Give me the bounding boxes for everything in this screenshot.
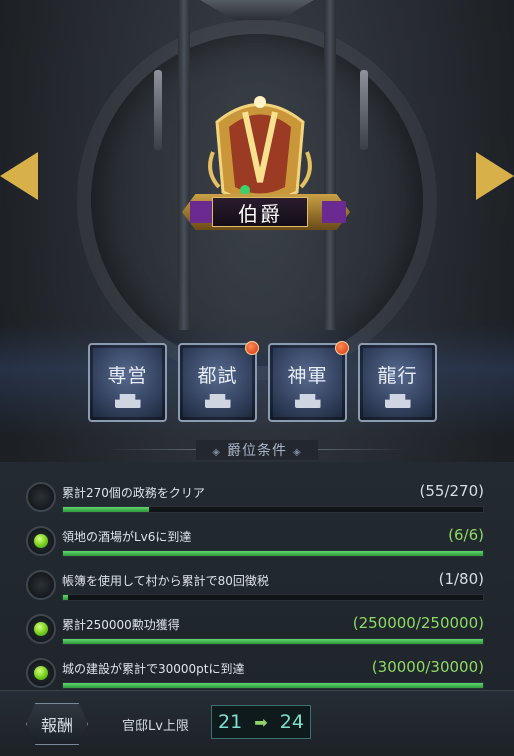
top-ornament (200, 0, 314, 20)
pedestal-icon (114, 394, 141, 408)
condition-row: 領地の酒場がLv6に到達 (6/6) (26, 514, 492, 558)
reward-badge[interactable]: 報酬 (26, 703, 88, 745)
reward-panel: 報酬 官邸Lv上限 21 ➡ 24 (0, 690, 514, 756)
tab-label: 専営 (107, 365, 148, 387)
tab-label: 龍行 (377, 365, 418, 387)
reward-from: 21 (218, 711, 243, 733)
condition-value: (6/6) (448, 526, 484, 544)
progress-bar (62, 682, 484, 689)
pedestal-icon (204, 394, 231, 408)
pedestal-icon (294, 394, 321, 408)
condition-text: 城の建設が累計で30000ptに到達 (62, 662, 245, 676)
condition-text: 領地の酒場がLv6に到達 (62, 530, 192, 544)
left-pillar (178, 0, 190, 330)
condition-row: 帳簿を使用して村から累計で80回徴税 (1/80) (26, 558, 492, 602)
progress-fill (63, 683, 483, 688)
reward-level-box: 21 ➡ 24 (211, 705, 311, 739)
condition-value: (250000/250000) (352, 614, 484, 632)
arrow-right-icon: ➡ (254, 712, 268, 732)
reward-to: 24 (279, 711, 304, 733)
progress-fill (63, 639, 483, 644)
progress-fill (63, 551, 483, 556)
chevron-left-icon[interactable] (0, 152, 38, 200)
right-tassel (360, 70, 368, 150)
progress-bar (62, 638, 484, 645)
check-orb-icon (26, 614, 56, 644)
condition-text: 累計270個の政務をクリア (62, 486, 205, 500)
reward-label: 官邸Lv上限 (122, 719, 189, 734)
conditions-panel: 累計270個の政務をクリア (55/270) 領地の酒場がLv6に到達 (6/6… (0, 462, 514, 690)
pedestal-icon (384, 394, 411, 408)
tab-2[interactable]: 神軍 (268, 341, 349, 422)
red-dot-icon (335, 341, 349, 355)
rank-screen: 伯爵 専営 都試 神軍 龍行 爵位条件 累計270個の政務をクリア (55/27 (0, 0, 514, 756)
progress-fill (63, 507, 149, 512)
section-title: 爵位条件 (196, 440, 318, 460)
condition-value: (55/270) (419, 482, 484, 500)
red-dot-icon (245, 341, 259, 355)
left-tassel (154, 70, 162, 150)
section-header: 爵位条件 (0, 438, 514, 462)
condition-row: 城の建設が累計で30000ptに到達 (30000/30000) (26, 646, 492, 690)
condition-row: 累計270個の政務をクリア (55/270) (26, 470, 492, 514)
rank-title: 伯爵 (212, 197, 308, 227)
chevron-right-icon[interactable] (476, 152, 514, 200)
tab-3[interactable]: 龍行 (358, 343, 437, 422)
tab-0[interactable]: 専営 (88, 343, 167, 422)
crown-icon (208, 96, 312, 203)
check-orb-icon (26, 658, 56, 688)
condition-value: (1/80) (438, 570, 484, 588)
progress-fill (63, 595, 69, 600)
progress-bar (62, 594, 484, 601)
rank-accent-right (322, 201, 346, 223)
right-pillar (324, 0, 336, 330)
check-orb-icon (26, 526, 56, 556)
condition-text: 帳簿を使用して村から累計で80回徴税 (62, 574, 269, 588)
condition-row: 累計250000勲功獲得 (250000/250000) (26, 602, 492, 646)
tab-label: 都試 (197, 365, 238, 387)
category-tabs: 専営 都試 神軍 龍行 (88, 341, 437, 422)
check-orb-icon (26, 570, 56, 600)
progress-bar (62, 506, 484, 513)
condition-value: (30000/30000) (371, 658, 484, 676)
tab-1[interactable]: 都試 (178, 341, 259, 422)
progress-bar (62, 550, 484, 557)
rank-accent-left (190, 201, 214, 223)
tab-label: 神軍 (287, 365, 328, 387)
check-orb-icon (26, 482, 56, 512)
condition-text: 累計250000勲功獲得 (62, 618, 180, 632)
